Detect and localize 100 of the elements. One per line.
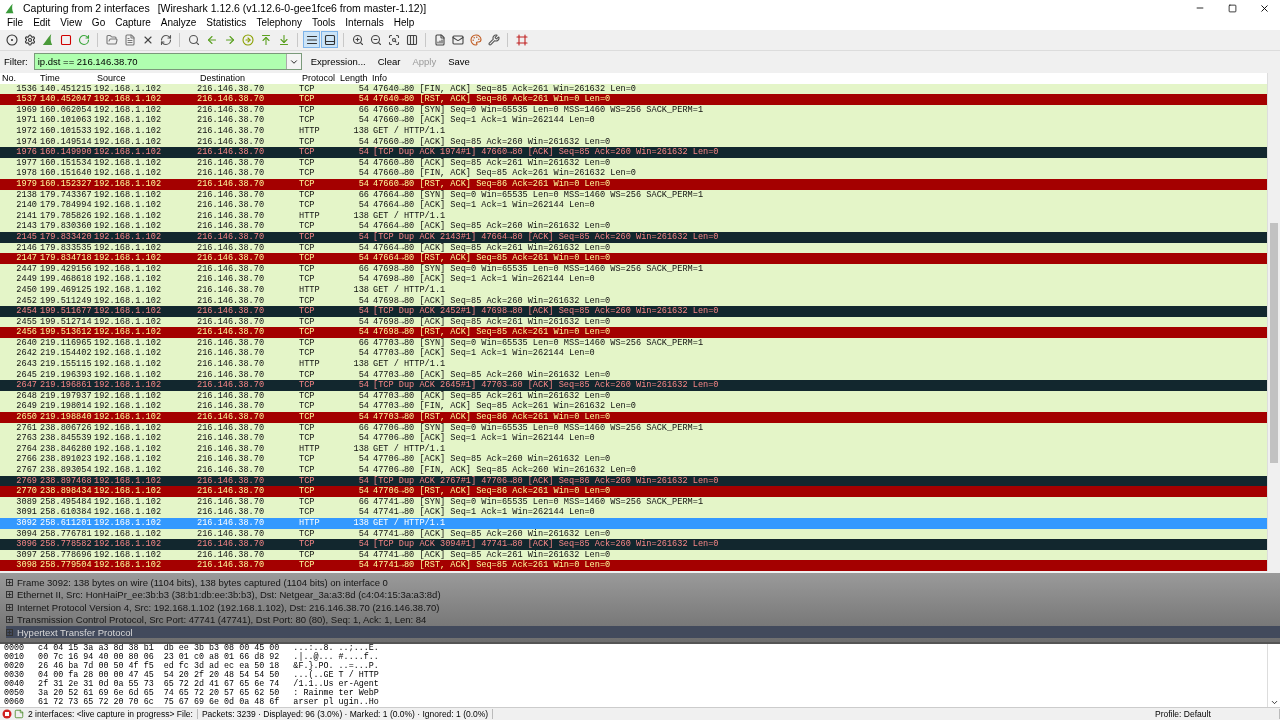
tree-item[interactable]: Hypertext Transfer Protocol bbox=[6, 625, 1280, 639]
menu-item[interactable]: Internals bbox=[340, 17, 389, 29]
column-header[interactable]: Length bbox=[338, 72, 370, 84]
packet-row[interactable]: 2143 179.830360 192.168.1.102 216.146.38.70 TCP 54 47664→80 [ACK] Seq=85 Ack=260 Win=261632 Len=0 bbox=[0, 221, 1267, 232]
menu-item[interactable]: View bbox=[55, 17, 87, 29]
menu-item[interactable]: Statistics bbox=[201, 17, 252, 29]
packet-row[interactable]: 1976 160.149990 192.168.1.102 216.146.38.70 TCP 54 [TCP Dup ACK 1974#1] 47660→80 [ACK] Seq=85 Ack=260 Win=261632 Len=0 bbox=[0, 147, 1267, 158]
menu-item[interactable]: Help bbox=[388, 17, 420, 29]
packet-row[interactable]: 2138 179.743367 192.168.1.102 216.146.38.70 TCP 66 47664→80 [SYN] Seq=0 Win=65535 Len=0 MSS=1460 WS=256 SACK_PERM=1 bbox=[0, 189, 1267, 201]
packet-row[interactable]: 3098 258.779504 192.168.1.102 216.146.38.70 TCP 54 47741→80 [RST, ACK] Seq=85 Ack=261 Win=0 Len=0 bbox=[0, 560, 1267, 571]
expander-icon[interactable] bbox=[6, 578, 13, 586]
packet-row[interactable]: 2642 219.154402 192.168.1.102 216.146.38.70 TCP 54 47703→80 [ACK] Seq=1 Ack=1 Win=262144 Len=0 bbox=[0, 348, 1267, 360]
packet-row[interactable]: 2645 219.196393 192.168.1.102 216.146.38.70 TCP 54 47703→80 [ACK] Seq=85 Ack=260 Win=261632 Len=0 bbox=[0, 369, 1267, 381]
table-cell-text: 216.146.38.70 bbox=[197, 104, 266, 116]
filter-button[interactable]: Expression... bbox=[307, 56, 369, 68]
toolbar-button[interactable] bbox=[321, 31, 338, 49]
table-cell-text: TCP bbox=[299, 539, 316, 550]
packet-row[interactable]: 2452 199.511249 192.168.1.102 216.146.38.70 TCP 54 47698→80 [ACK] Seq=85 Ack=260 Win=261632 Len=0 bbox=[0, 295, 1267, 307]
hex-ascii: : Rainme ter WebP bbox=[293, 689, 379, 698]
toolbar-button[interactable] bbox=[303, 31, 320, 49]
table-cell-text: 192.168.1.102 bbox=[94, 295, 163, 307]
packet-row[interactable]: 2649 219.198014 192.168.1.102 216.146.38.70 TCP 54 47703→80 [FIN, ACK] Seq=85 Ack=261 Win=261632 Len=0 bbox=[0, 401, 1267, 413]
menu-item[interactable]: Go bbox=[86, 17, 111, 29]
toolbar-button[interactable] bbox=[485, 31, 502, 49]
packet-row[interactable]: 1979 160.152327 192.168.1.102 216.146.38.70 TCP 54 47660→80 [RST, ACK] Seq=86 Ack=261 Win=0 Len=0 bbox=[0, 179, 1267, 190]
table-cell-text: 138 bbox=[352, 284, 369, 296]
table-cell-text: TCP bbox=[299, 295, 316, 307]
packet-row[interactable]: 1978 160.151640 192.168.1.102 216.146.38.70 TCP 54 47660→80 [FIN, ACK] Seq=85 Ack=261 Win=261632 Len=0 bbox=[0, 168, 1267, 179]
column-header[interactable]: Destination bbox=[198, 72, 300, 84]
menu-item[interactable]: Analyze bbox=[155, 17, 202, 29]
tree-item[interactable]: Frame 3092: 138 bytes on wire (1104 bits), 138 bytes captured (1104 bits) on interface 0 bbox=[6, 575, 1280, 589]
packet-row[interactable]: 2769 238.897468 192.168.1.102 216.146.38.70 TCP 54 [TCP Dup ACK 2767#1] 47706→80 [ACK] Seq=86 Ack=260 Win=261632 Len=0 bbox=[0, 475, 1267, 487]
tree-item[interactable]: Internet Protocol Version 4, Src: 192.168.1.102 (192.168.1.102), Dst: 216.146.38.70 (216.146.38.70) bbox=[6, 600, 1280, 614]
table-cell-text: TCP bbox=[299, 316, 316, 328]
expander-icon[interactable] bbox=[6, 616, 13, 624]
packet-row[interactable]: 3096 258.778582 192.168.1.102 216.146.38.70 TCP 54 [TCP Dup ACK 3094#1] 47741→80 [ACK] Seq=85 Ack=260 Win=261632 Len=0 bbox=[0, 539, 1267, 550]
packet-row[interactable]: 2761 238.806726 192.168.1.102 216.146.38.70 TCP 66 47706→80 [SYN] Seq=0 Win=65535 Len=0 MSS=1460 WS=256 SACK_PERM=1 bbox=[0, 422, 1267, 434]
filter-button[interactable]: Clear bbox=[374, 56, 404, 68]
packet-row[interactable]: 2767 238.893054 192.168.1.102 216.146.38.70 TCP 54 47706→80 [FIN, ACK] Seq=85 Ack=260 Win=261632 Len=0 bbox=[0, 465, 1267, 476]
table-cell-text: 160.062054 bbox=[39, 104, 93, 116]
toolbar-button[interactable] bbox=[3, 31, 20, 49]
packet-row[interactable]: 2449 199.468618 192.168.1.102 216.146.38.70 TCP 54 47698→80 [ACK] Seq=1 Ack=1 Win=262144 Len=0 bbox=[0, 274, 1267, 285]
filter-button[interactable]: Save bbox=[445, 56, 473, 68]
table-cell-text: 216.146.38.70 bbox=[197, 136, 266, 148]
packet-row[interactable]: 2764 238.846280 192.168.1.102 216.146.38.70 HTTP 138 GET / HTTP/1.1 bbox=[0, 443, 1267, 455]
profile-status[interactable]: Profile: Default bbox=[1151, 709, 1280, 720]
column-header[interactable]: Time bbox=[38, 72, 95, 84]
packet-row[interactable]: 2648 219.197937 192.168.1.102 216.146.38.70 TCP 54 47703→80 [ACK] Seq=85 Ack=261 Win=261632 Len=0 bbox=[0, 390, 1267, 402]
packet-row[interactable]: 2763 238.845539 192.168.1.102 216.146.38.70 TCP 54 47706→80 [ACK] Seq=1 Ack=1 Win=262144 Len=0 bbox=[0, 433, 1267, 444]
packet-row[interactable]: 1974 160.149514 192.168.1.102 216.146.38.70 TCP 54 47660→80 [ACK] Seq=85 Ack=260 Win=261632 Len=0 bbox=[0, 136, 1267, 148]
packet-row[interactable]: 1972 160.101533 192.168.1.102 216.146.38.70 HTTP 138 GET / HTTP/1.1 bbox=[0, 126, 1267, 137]
stop-icon[interactable] bbox=[2, 709, 12, 720]
packet-row[interactable]: 3089 258.495484 192.168.1.102 216.146.38.70 TCP 66 47741→80 [SYN] Seq=0 Win=65535 Len=0 MSS=1460 WS=256 SACK_PERM=1 bbox=[0, 496, 1267, 508]
packet-row[interactable]: 2450 199.469125 192.168.1.102 216.146.38.70 HTTP 138 GET / HTTP/1.1 bbox=[0, 284, 1267, 296]
table-cell-text: 47660→80 [ACK] Seq=85 Ack=261 Win=261632 Len=0 bbox=[372, 157, 612, 168]
packet-row[interactable]: 1977 160.151534 192.168.1.102 216.146.38.70 TCP 54 47660→80 [ACK] Seq=85 Ack=261 Win=261632 Len=0 bbox=[0, 157, 1267, 169]
packet-row[interactable]: 3094 258.776781 192.168.1.102 216.146.38.70 TCP 54 47741→80 [ACK] Seq=85 Ack=260 Win=261632 Len=0 bbox=[0, 528, 1267, 540]
packet-row[interactable]: 3097 258.778696 192.168.1.102 216.146.38.70 TCP 54 47741→80 [ACK] Seq=85 Ack=261 Win=261632 Len=0 bbox=[0, 549, 1267, 561]
menu-item[interactable]: File bbox=[2, 17, 29, 29]
packet-row[interactable]: 2147 179.834718 192.168.1.102 216.146.38.70 TCP 54 47664→80 [RST, ACK] Seq=85 Ack=261 Win=0 Len=0 bbox=[0, 253, 1267, 264]
hex-bytes: 2f 31 2e 31 0d 0a 55 73 65 72 2d 41 67 65 6e 74 bbox=[38, 679, 280, 689]
expander-icon[interactable] bbox=[6, 591, 13, 599]
packet-row[interactable]: 2447 199.429156 192.168.1.102 216.146.38.70 TCP 66 47698→80 [SYN] Seq=0 Win=65535 Len=0 MSS=1460 WS=256 SACK_PERM=1 bbox=[0, 263, 1267, 275]
menu-item[interactable]: Edit bbox=[28, 17, 56, 29]
packet-row[interactable]: 2456 199.513612 192.168.1.102 216.146.38.70 TCP 54 47698→80 [RST, ACK] Seq=85 Ack=261 Win=0 Len=0 bbox=[0, 327, 1267, 338]
tree-item[interactable]: Transmission Control Protocol, Src Port: 47741 (47741), Dst Port: 80 (80), Seq: 1, Ack: 1, Len: 84 bbox=[6, 613, 1280, 626]
packet-row[interactable]: 2455 199.512714 192.168.1.102 216.146.38.70 TCP 54 47698→80 [ACK] Seq=85 Ack=261 Win=261632 Len=0 bbox=[0, 316, 1267, 328]
packet-row[interactable]: 2770 238.898434 192.168.1.102 216.146.38.70 TCP 54 47706→80 [RST, ACK] Seq=86 Ack=261 Win=0 Len=0 bbox=[0, 486, 1267, 497]
column-header[interactable]: No. bbox=[0, 72, 38, 84]
table-cell-text: 54 bbox=[357, 83, 369, 95]
packet-row[interactable]: 1536 140.451215 192.168.1.102 216.146.38.70 TCP 54 47640→80 [FIN, ACK] Seq=85 Ack=261 Win=261632 Len=0 bbox=[0, 83, 1267, 95]
packet-row[interactable]: 2650 219.198840 192.168.1.102 216.146.38.70 TCP 54 47703→80 [RST, ACK] Seq=86 Ack=261 Win=0 Len=0 bbox=[0, 412, 1267, 423]
column-header[interactable]: Info bbox=[370, 72, 1267, 84]
menu-item[interactable]: Telephony bbox=[251, 17, 307, 29]
packet-row[interactable]: 2766 238.891023 192.168.1.102 216.146.38.70 TCP 54 47706→80 [ACK] Seq=85 Ack=260 Win=261632 Len=0 bbox=[0, 454, 1267, 465]
packet-row[interactable]: 2141 179.785826 192.168.1.102 216.146.38.70 HTTP 138 GET / HTTP/1.1 bbox=[0, 210, 1267, 222]
packet-row[interactable]: 3091 258.610384 192.168.1.102 216.146.38.70 TCP 54 47741→80 [ACK] Seq=1 Ack=1 Win=262144 Len=0 bbox=[0, 507, 1267, 518]
note-icon[interactable] bbox=[14, 709, 24, 720]
column-header[interactable]: Source bbox=[95, 72, 198, 84]
packet-row[interactable]: 2647 219.196861 192.168.1.102 216.146.38.70 TCP 54 [TCP Dup ACK 2645#1] 47703→80 [ACK] Seq=85 Ack=260 Win=261632 Len=0 bbox=[0, 380, 1267, 391]
packet-row[interactable]: 2643 219.155115 192.168.1.102 216.146.38.70 HTTP 138 GET / HTTP/1.1 bbox=[0, 359, 1267, 370]
lines-icon bbox=[305, 33, 318, 46]
packet-row[interactable]: 1971 160.101063 192.168.1.102 216.146.38.70 TCP 54 47660→80 [ACK] Seq=1 Ack=1 Win=262144 Len=0 bbox=[0, 115, 1267, 126]
packet-row[interactable]: 2146 179.833535 192.168.1.102 216.146.38.70 TCP 54 47664→80 [ACK] Seq=85 Ack=261 Win=261632 Len=0 bbox=[0, 242, 1267, 254]
table-cell-text: 258.778582 bbox=[39, 539, 93, 550]
packet-row[interactable]: 2140 179.784994 192.168.1.102 216.146.38.70 TCP 54 47664→80 [ACK] Seq=1 Ack=1 Win=262144 Len=0 bbox=[0, 200, 1267, 211]
table-cell-text: 66 bbox=[357, 422, 369, 434]
menu-item[interactable]: Capture bbox=[110, 17, 156, 29]
column-header[interactable]: Protocol bbox=[300, 72, 338, 84]
scrollbar[interactable] bbox=[1267, 72, 1280, 571]
tree-item[interactable]: Ethernet II, Src: HonHaiPr_ee:3b:b3 (38:b1:db:ee:3b:b3), Dst: Netgear_3a:a3:8d (c4:04:15:3a:a3:8d) bbox=[6, 588, 1280, 601]
packet-row[interactable]: 1969 160.062054 192.168.1.102 216.146.38.70 TCP 66 47660→80 [SYN] Seq=0 Win=65535 Len=0 MSS=1460 WS=256 SACK_PERM=1 bbox=[0, 104, 1267, 116]
table-cell-text: TCP bbox=[299, 496, 316, 508]
packet-row[interactable]: 1537 140.452047 192.168.1.102 216.146.38.70 TCP 54 47640→80 [RST, ACK] Seq=86 Ack=261 Win=0 Len=0 bbox=[0, 94, 1267, 105]
packet-row[interactable]: 2454 199.511677 192.168.1.102 216.146.38.70 TCP 54 [TCP Dup ACK 2452#1] 47698→80 [ACK] Seq=85 Ack=260 Win=261632 Len=0 bbox=[0, 306, 1267, 317]
filter-label: Filter: bbox=[4, 56, 28, 68]
packet-row[interactable]: 2640 219.116965 192.168.1.102 216.146.38.70 TCP 66 47703→80 [SYN] Seq=0 Win=65535 Len=0 MSS=1460 WS=256 SACK_PERM=1 bbox=[0, 337, 1267, 349]
menu-item[interactable]: Tools bbox=[306, 17, 341, 29]
packet-row[interactable]: 2145 179.833420 192.168.1.102 216.146.38.70 TCP 54 [TCP Dup ACK 2143#1] 47664→80 [ACK] Seq=85 Ack=260 Win=261632 Len=0 bbox=[0, 231, 1267, 243]
expander-icon[interactable] bbox=[6, 603, 13, 611]
